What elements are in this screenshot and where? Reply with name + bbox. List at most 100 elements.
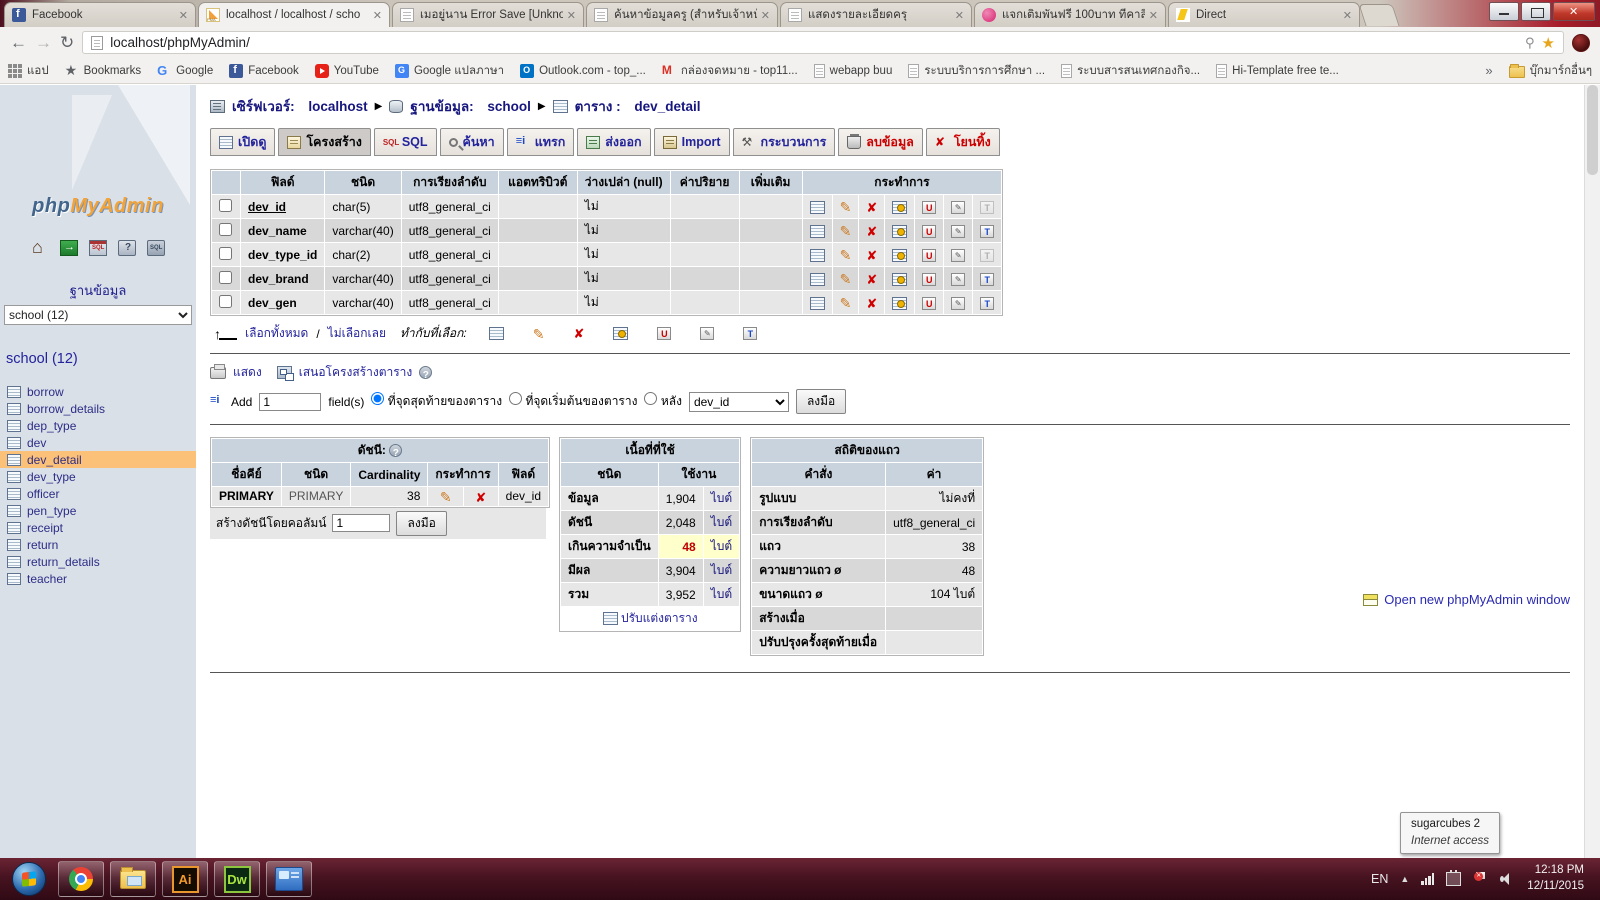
browse-values-icon[interactable]: [809, 224, 825, 238]
bookmark-mail[interactable]: กล่องจดหมาย - top11...: [662, 62, 798, 80]
drop-icon[interactable]: [866, 297, 877, 310]
edit-icon[interactable]: [840, 248, 852, 262]
taskbar-dreamweaver[interactable]: Dw: [214, 861, 260, 897]
language-indicator[interactable]: EN: [1371, 872, 1388, 886]
taskbar-display-app[interactable]: [266, 861, 312, 897]
unique-icon[interactable]: U: [922, 224, 937, 238]
database-select[interactable]: school (12): [4, 305, 192, 325]
browser-tab-search-teacher[interactable]: ค้นหาข้อมูลครู (สำหรับเจ้าหน้า ✕: [586, 2, 778, 27]
apps-shortcut[interactable]: แอป: [8, 62, 49, 80]
check-all-link[interactable]: เลือกทั้งหมด: [245, 324, 308, 343]
signal-bars-icon[interactable]: [1421, 873, 1435, 885]
drop-icon[interactable]: [573, 327, 584, 340]
bookmarks-overflow-chevron[interactable]: »: [1485, 63, 1492, 78]
sidebar-table-dev-type[interactable]: dev_type: [0, 468, 196, 485]
open-new-window-link[interactable]: Open new phpMyAdmin window: [1384, 592, 1570, 607]
after-field-select[interactable]: dev_id: [688, 391, 789, 412]
primary-key-icon[interactable]: [892, 272, 908, 286]
bookmark-edu[interactable]: ระบบบริการการศึกษา ...: [908, 62, 1045, 80]
browse-values-icon[interactable]: [809, 272, 825, 286]
query-window-icon[interactable]: [147, 240, 165, 256]
primary-key-icon[interactable]: [892, 248, 908, 262]
primary-key-icon[interactable]: [892, 200, 908, 214]
bookmark-bookmarks[interactable]: Bookmarks: [65, 62, 142, 79]
sidebar-table-borrow-details[interactable]: borrow_details: [0, 400, 196, 417]
tab-sql[interactable]: SQL: [373, 128, 437, 156]
printer-icon[interactable]: [210, 363, 226, 379]
tab-import[interactable]: Import: [653, 128, 730, 156]
maximize-button[interactable]: [1521, 2, 1551, 21]
action-center-flag-icon[interactable]: [1473, 872, 1488, 886]
sidebar-table-teacher[interactable]: teacher: [0, 570, 196, 587]
tab-close-icon[interactable]: ✕: [567, 9, 576, 22]
tab-empty[interactable]: ลบข้อมูล: [838, 128, 923, 156]
drop-icon[interactable]: [866, 249, 877, 262]
drop-icon[interactable]: [475, 491, 486, 504]
tab-close-icon[interactable]: ✕: [761, 9, 770, 22]
bookmark-translate[interactable]: Google แปลภาษา: [394, 62, 504, 80]
taskbar-chrome[interactable]: [58, 861, 104, 897]
volume-muted-icon[interactable]: [1500, 872, 1515, 886]
primary-key-icon[interactable]: [613, 327, 629, 340]
tab-close-icon[interactable]: ✕: [1343, 9, 1352, 22]
refresh-button[interactable]: ↻: [60, 34, 74, 51]
fulltext-icon[interactable]: T: [980, 224, 995, 238]
edit-icon[interactable]: [840, 272, 852, 286]
sidebar-table-receipt[interactable]: receipt: [0, 519, 196, 536]
other-bookmarks-folder[interactable]: บุ๊กมาร์กอื่นๆ: [1508, 62, 1592, 80]
browse-values-icon[interactable]: [488, 327, 504, 340]
sidebar-table-pen-type[interactable]: pen_type: [0, 502, 196, 519]
add-field-count-input[interactable]: [259, 392, 322, 411]
relation-view-icon[interactable]: [276, 366, 292, 379]
edit-icon[interactable]: [440, 490, 452, 504]
url-text[interactable]: localhost/phpMyAdmin/: [110, 35, 1518, 50]
tab-operations[interactable]: กระบวนการ: [732, 128, 836, 156]
sidebar-table-dep-type[interactable]: dep_type: [0, 417, 196, 434]
row-checkbox[interactable]: [219, 270, 232, 284]
index-icon[interactable]: ✎: [951, 248, 966, 262]
browser-tab-facebook[interactable]: Facebook ✕: [4, 2, 196, 27]
help-icon[interactable]: [389, 444, 403, 458]
browser-tab-error-save[interactable]: เมอยู่นาน Error Save [Unkno ✕: [392, 2, 584, 27]
breadcrumb-database[interactable]: ฐานข้อมูล: school: [410, 95, 531, 117]
index-icon[interactable]: ✎: [951, 200, 966, 214]
forward-button[interactable]: →: [35, 34, 52, 51]
radio-at-end[interactable]: ที่จุดสุดท้ายของตาราง: [371, 392, 502, 411]
row-checkbox[interactable]: [219, 198, 232, 212]
sidebar-table-return[interactable]: return: [0, 536, 196, 553]
fulltext-icon[interactable]: T: [980, 296, 995, 310]
home-icon[interactable]: [31, 237, 49, 258]
bookmark-outlook[interactable]: Outlook.com - top_...: [520, 63, 646, 78]
key-icon[interactable]: ⚲: [1525, 35, 1535, 51]
drop-icon[interactable]: [866, 273, 877, 286]
browse-values-icon[interactable]: [809, 200, 825, 214]
print-view-link[interactable]: แสดง: [233, 363, 262, 382]
back-button[interactable]: ←: [10, 34, 27, 51]
optimize-table-link[interactable]: ปรับแต่งตาราง: [621, 611, 698, 625]
close-button[interactable]: [1553, 2, 1595, 21]
go-button[interactable]: ลงมือ: [795, 389, 847, 414]
fulltext-icon[interactable]: T: [743, 327, 758, 340]
drop-icon[interactable]: [866, 225, 877, 238]
bookmark-info[interactable]: ระบบสารสนเทศกองกิจ...: [1061, 62, 1200, 80]
index-icon[interactable]: ✎: [951, 296, 966, 310]
tab-close-icon[interactable]: ✕: [179, 9, 188, 22]
unique-icon[interactable]: U: [922, 296, 937, 310]
primary-key-icon[interactable]: [892, 224, 908, 238]
radio-after[interactable]: หลัง: [644, 392, 682, 411]
address-bar[interactable]: localhost/phpMyAdmin/ ⚲ ★: [82, 31, 1564, 54]
sidebar-table-return-details[interactable]: return_details: [0, 553, 196, 570]
tab-browse[interactable]: เปิดดู: [210, 128, 276, 156]
sidebar-table-borrow[interactable]: borrow: [0, 383, 196, 400]
tray-expand-icon[interactable]: ▲: [1400, 874, 1409, 884]
sql-window-icon[interactable]: [89, 240, 107, 256]
start-button[interactable]: [12, 862, 46, 896]
index-icon[interactable]: ✎: [951, 224, 966, 238]
tab-close-icon[interactable]: ✕: [955, 9, 964, 22]
browser-tab-details[interactable]: แสดงรายละเอียดครุ ✕: [780, 2, 972, 27]
fulltext-icon[interactable]: T: [980, 272, 995, 286]
index-icon[interactable]: ✎: [700, 327, 715, 340]
radio-at-begin[interactable]: ที่จุดเริ่มต้นของตาราง: [509, 392, 637, 411]
sidebar-table-dev-detail[interactable]: dev_detail: [0, 451, 196, 468]
primary-key-icon[interactable]: [892, 296, 908, 310]
